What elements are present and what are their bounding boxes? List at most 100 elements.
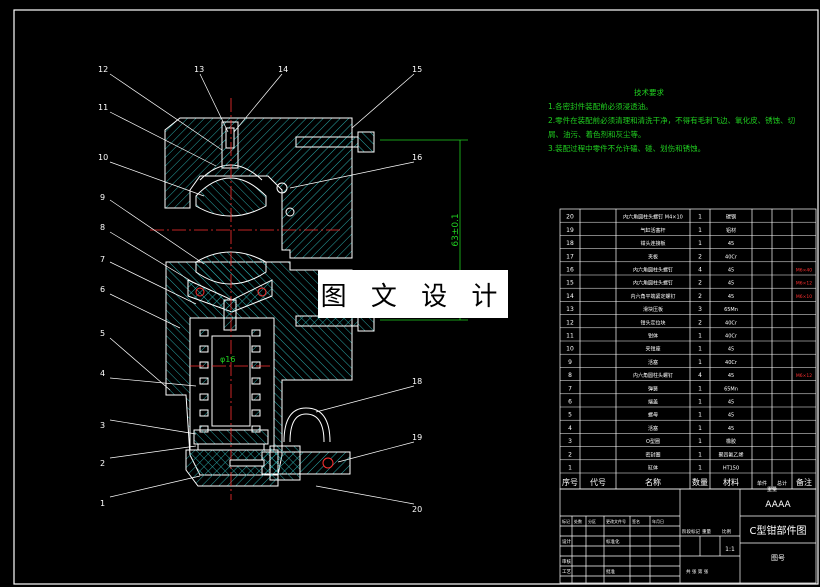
watermark-text: 图 文 设 计	[320, 281, 506, 312]
bom-cell-number: 5	[568, 412, 572, 419]
bom-cell-qty: 2	[698, 293, 702, 300]
title-block-label-review: 审核	[562, 558, 571, 565]
tech-line-1: 1.各密封件装配前必须浸透油。	[548, 102, 653, 111]
bom-cell-qty: 1	[698, 438, 702, 445]
tech-line-2: 2.零件在装配前必须清理和清洗干净，不得有毛刺飞边、氧化皮、锈蚀、切屑、油污、着…	[548, 116, 796, 139]
callout-7: 7	[100, 255, 105, 264]
title-block-label-count: 处数	[574, 518, 582, 524]
title-block-label-process: 工艺	[562, 569, 571, 575]
bom-cell-qty: 1	[698, 399, 702, 406]
bom-cell-number: 2	[568, 451, 572, 458]
bom-header-weight: 重量	[767, 486, 777, 493]
callout-4: 4	[100, 369, 105, 378]
bom-cell-qty: 1	[698, 333, 702, 340]
bom-cell-qty: 1	[698, 359, 702, 366]
bom-cell-material: HT150	[723, 466, 739, 472]
bom-cell-note: M6×12	[796, 281, 812, 287]
callout-5: 5	[100, 329, 105, 338]
callout-19: 19	[412, 433, 422, 442]
bom-cell-qty: 2	[698, 253, 702, 260]
title-block-label-date: 年月日	[652, 518, 664, 524]
callout-6: 6	[100, 285, 105, 294]
bom-cell-number: 19	[566, 227, 574, 234]
bom-cell-name: 活塞	[648, 425, 658, 432]
bom-cell-qty: 3	[698, 306, 702, 313]
bom-cell-qty: 1	[698, 465, 702, 472]
callout-3: 3	[100, 421, 105, 430]
bom-cell-qty: 1	[698, 385, 702, 392]
title-block-label-stage: 阶段标记	[682, 528, 700, 535]
callout-2: 2	[100, 459, 105, 468]
bom-header-2: 名称	[645, 477, 661, 487]
bom-cell-number: 17	[566, 253, 574, 260]
bom-cell-name: 密封圈	[645, 451, 660, 458]
bom-cell-name: 内六角圆柱头螺钉	[633, 372, 673, 379]
bom-cell-qty: 1	[698, 240, 702, 247]
title-block-label-weight: 重量	[702, 528, 711, 535]
bom-cell-note: M6×10	[796, 294, 812, 300]
bom-header-7: 备注	[796, 477, 812, 487]
bom-cell-number: 13	[566, 306, 574, 313]
bom-cell-number: 3	[568, 438, 572, 445]
bom-cell-name: 滑块压板	[643, 306, 663, 313]
bom-cell-number: 20	[566, 214, 574, 221]
dimension-bore-label: φ16	[220, 355, 235, 364]
bom-cell-material: 碳钢	[726, 214, 736, 221]
bom-table	[559, 208, 817, 490]
bom-cell-material: 45	[728, 426, 734, 432]
bom-cell-name: 内六角圆柱头螺钉 M4×10	[623, 214, 683, 221]
watermark-banner: 图 文 设 计	[318, 270, 508, 318]
bom-header-6: 总计	[777, 480, 787, 487]
title-block-label-approve: 批准	[606, 568, 615, 575]
bom-cell-qty: 1	[698, 214, 702, 221]
bom-cell-name: 内六角平端紧定螺钉	[630, 293, 675, 300]
bom-cell-note: M6×12	[796, 373, 812, 379]
title-block-label-scale: 比例	[722, 528, 731, 535]
bom-cell-material: 橡胶	[726, 438, 736, 445]
bom-cell-qty: 2	[698, 319, 702, 326]
bom-cell-number: 16	[566, 267, 574, 274]
callout-20: 20	[412, 505, 422, 514]
bom-cell-name: 端盖	[648, 399, 658, 406]
bom-cell-qty: 1	[698, 412, 702, 419]
callout-14: 14	[278, 65, 288, 74]
bom-cell-name: 内六角圆柱头螺钉	[633, 280, 673, 287]
bom-cell-name: 钳体	[648, 333, 658, 340]
bom-cell-number: 18	[566, 240, 574, 247]
bom-cell-material: 40Cr	[725, 254, 738, 260]
bom-cell-name: 缸体	[648, 465, 658, 472]
bom-cell-qty: 1	[698, 346, 702, 353]
bom-cell-material: 45	[728, 373, 734, 379]
bom-cell-material: 45	[728, 294, 734, 300]
title-block-name: C型钳部件图	[750, 524, 807, 537]
bom-cell-name: O型圈	[646, 438, 660, 445]
callout-15: 15	[412, 65, 422, 74]
bom-cell-name: 夹板	[648, 253, 658, 260]
title-block-label-sign: 签名	[632, 518, 640, 524]
tech-heading: 技术要求	[634, 88, 664, 97]
bom-cell-qty: 1	[698, 425, 702, 432]
bom-rows: 20 内六角圆柱头螺钉 M4×10 1 碳钢19 气缸活塞杆 1 铝材18 钳头连接板 1 451…	[560, 214, 816, 493]
callout-11: 11	[98, 103, 108, 112]
bom-cell-number: 14	[566, 293, 574, 300]
tech-line-3: 3.装配过程中零件不允许磕、碰、划伤和锈蚀。	[548, 144, 706, 153]
bom-cell-qty: 1	[698, 227, 702, 234]
bom-cell-number: 9	[568, 359, 572, 366]
bom-cell-number: 12	[566, 319, 574, 326]
bom-cell-material: 铝材	[726, 227, 736, 234]
bom-cell-material: 45	[728, 241, 734, 247]
bom-cell-material: 45	[728, 281, 734, 287]
bom-cell-material: 聚四氟乙烯	[718, 451, 743, 458]
bom-cell-qty: 2	[698, 280, 702, 287]
bom-cell-number: 7	[568, 385, 572, 392]
bom-cell-material: 45	[728, 268, 734, 274]
bom-cell-name: 夹钳座	[645, 346, 660, 353]
callout-16: 16	[412, 153, 422, 162]
bom-cell-name: 弹簧	[648, 385, 658, 392]
bom-cell-name: 内六角圆柱头螺钉	[633, 267, 673, 274]
technical-requirements: 技术要求 1.各密封件装配前必须浸透油。 2.零件在装配前必须清理和清洗干净，不…	[548, 86, 810, 156]
bom-header-3: 数量	[692, 477, 708, 487]
callout-8: 8	[100, 223, 105, 232]
bom-cell-material: 40Cr	[725, 320, 738, 326]
bom-cell-name: 螺母	[648, 412, 658, 419]
